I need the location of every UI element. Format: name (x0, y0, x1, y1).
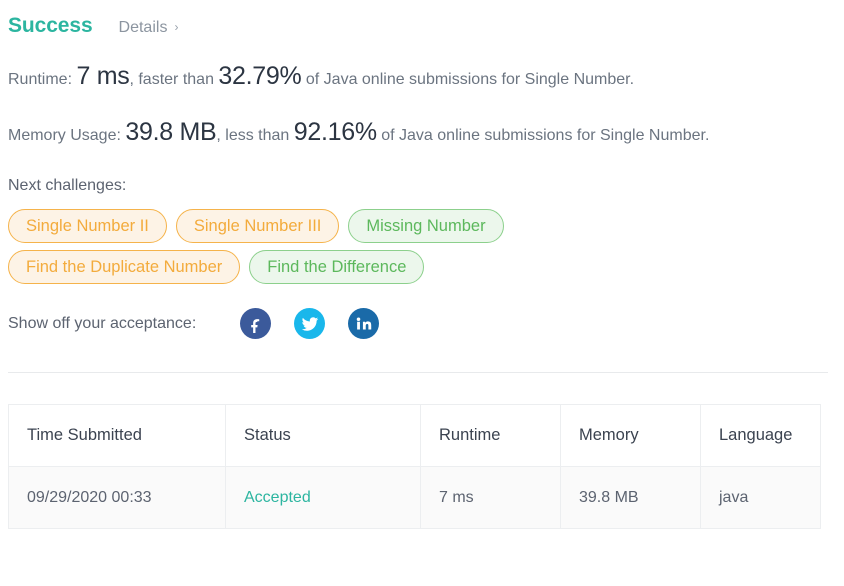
submissions-table-head: Time Submitted Status Runtime Memory Lan… (8, 404, 821, 467)
submissions-table-body: 09/29/2020 00:33 Accepted 7 ms 39.8 MB j… (8, 466, 821, 529)
next-challenges-row: Single Number II Single Number III Missi… (8, 209, 844, 243)
table-row: 09/29/2020 00:33 Accepted 7 ms 39.8 MB j… (8, 466, 821, 529)
facebook-icon[interactable] (240, 308, 272, 339)
runtime-stat-line: Runtime: 7 ms, faster than 32.79% of Jav… (0, 62, 844, 91)
memory-prefix: Memory Usage: (8, 127, 121, 144)
runtime-prefix: Runtime: (8, 71, 73, 88)
memory-middle: , less than (216, 127, 290, 144)
memory-percentile: 92.16% (293, 118, 377, 146)
social-icon-group (240, 308, 380, 339)
cell-time-submitted: 09/29/2020 00:33 (8, 466, 226, 529)
chevron-right-icon: › (174, 20, 179, 34)
cell-runtime: 7 ms (420, 466, 561, 529)
status-header: Success Details › (0, 0, 844, 38)
runtime-percentile: 32.79% (218, 62, 302, 90)
table-header-row: Time Submitted Status Runtime Memory Lan… (8, 404, 821, 467)
runtime-suffix: of Java online submissions for Single Nu… (305, 71, 635, 88)
challenge-pill-single-number-iii[interactable]: Single Number III (175, 209, 340, 243)
next-challenges-list: Single Number II Single Number III Missi… (0, 209, 844, 284)
column-header-language: Language (700, 404, 821, 467)
submission-result-page: Success Details › Runtime: 7 ms, faster … (0, 0, 844, 586)
runtime-middle: , faster than (129, 71, 214, 88)
twitter-icon[interactable] (294, 308, 326, 339)
section-divider (8, 372, 828, 373)
cell-language: java (700, 466, 821, 529)
column-header-memory: Memory (560, 404, 701, 467)
next-challenges-row: Find the Duplicate Number Find the Diffe… (8, 250, 844, 284)
memory-stat-line: Memory Usage: 39.8 MB, less than 92.16% … (0, 118, 844, 147)
challenge-pill-single-number-ii[interactable]: Single Number II (8, 209, 167, 243)
challenge-pill-missing-number[interactable]: Missing Number (348, 209, 504, 243)
cell-memory: 39.8 MB (560, 466, 701, 529)
submission-status-title: Success (8, 14, 93, 37)
share-label: Show off your acceptance: (8, 314, 197, 332)
challenge-pill-find-the-difference[interactable]: Find the Difference (249, 250, 425, 284)
challenge-pill-find-the-duplicate-number[interactable]: Find the Duplicate Number (8, 250, 241, 284)
submissions-table-wrapper: Time Submitted Status Runtime Memory Lan… (8, 404, 821, 529)
column-header-status: Status (225, 404, 421, 467)
linkedin-icon[interactable] (348, 308, 380, 339)
share-row: Show off your acceptance: (0, 308, 844, 339)
details-link[interactable]: Details › (119, 19, 179, 37)
column-header-runtime: Runtime (420, 404, 561, 467)
memory-value: 39.8 MB (125, 118, 217, 146)
submissions-table: Time Submitted Status Runtime Memory Lan… (8, 404, 821, 529)
column-header-time-submitted: Time Submitted (8, 404, 226, 467)
memory-suffix: of Java online submissions for Single Nu… (381, 127, 710, 144)
runtime-value: 7 ms (76, 62, 130, 90)
next-challenges-label: Next challenges: (8, 177, 127, 194)
details-link-label: Details (118, 19, 168, 36)
cell-status[interactable]: Accepted (225, 466, 421, 529)
